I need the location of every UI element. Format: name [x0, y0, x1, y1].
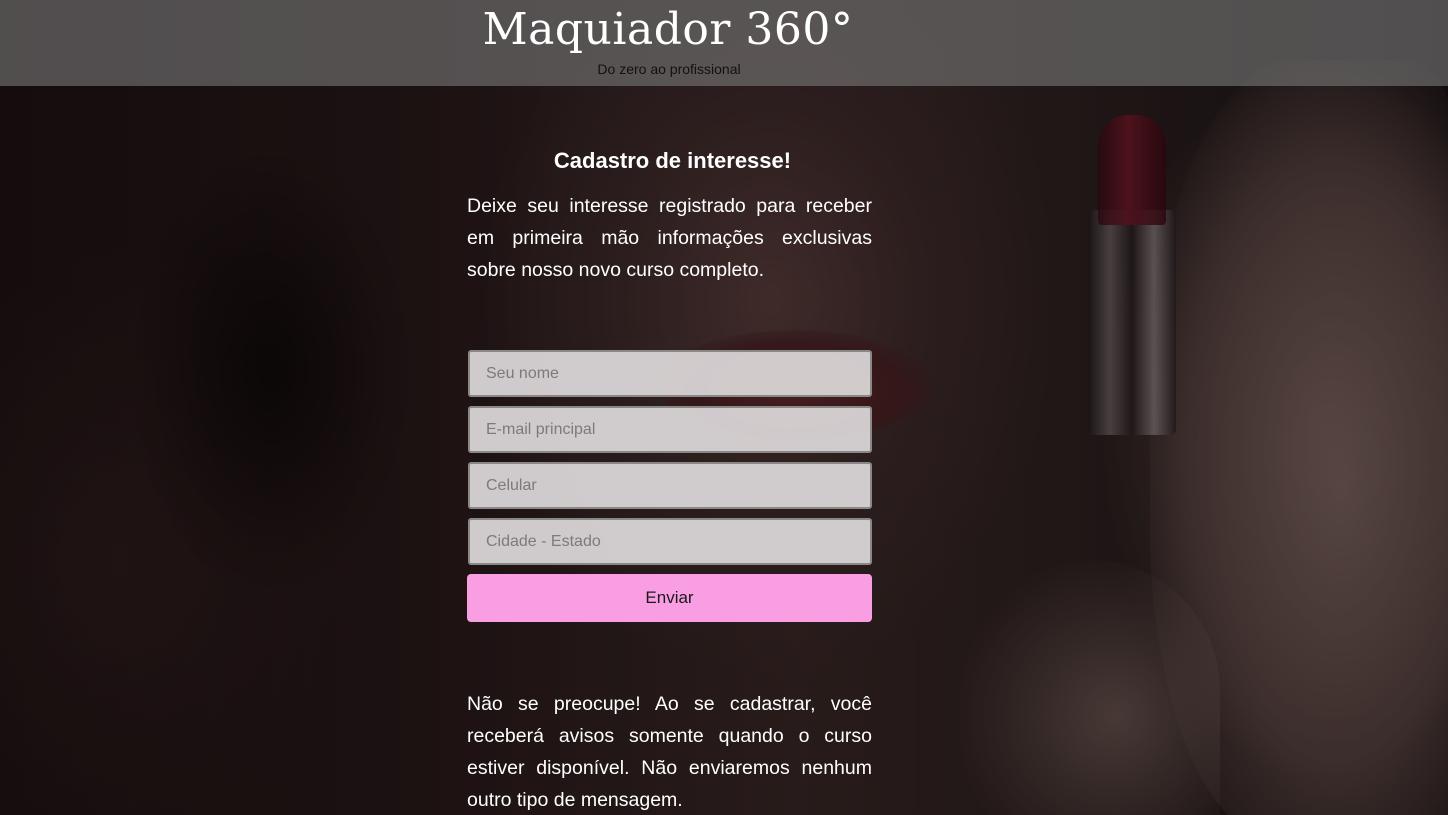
- site-header: Maquiador 360° Do zero ao profissional: [0, 0, 1448, 86]
- brand-title: Maquiador 360°: [482, 4, 854, 55]
- intro-text: Deixe seu interesse registrado para rece…: [467, 195, 872, 281]
- city-state-field[interactable]: [468, 518, 872, 565]
- phone-field[interactable]: [468, 462, 872, 509]
- brand-subtitle: Do zero ao profissional: [597, 61, 741, 77]
- signup-intro: Cadastro de interesse! Deixe seu interes…: [467, 146, 872, 286]
- email-field[interactable]: [468, 406, 872, 453]
- interest-form: Enviar: [467, 350, 872, 622]
- privacy-note: Não se preocupe! Ao se cadastrar, você r…: [467, 693, 872, 811]
- submit-button[interactable]: Enviar: [467, 574, 872, 622]
- name-field[interactable]: [468, 350, 872, 397]
- page-title: Cadastro de interesse!: [553, 148, 792, 173]
